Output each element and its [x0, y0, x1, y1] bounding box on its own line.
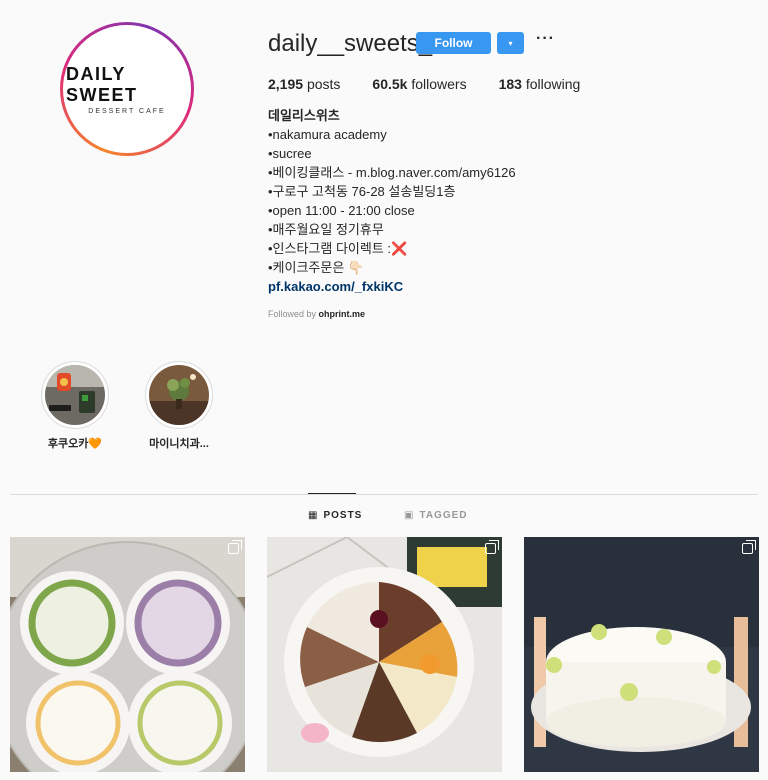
highlight-cover-ring	[145, 361, 213, 429]
bio-website-link[interactable]: pf.kakao.com/_fxkiKC	[268, 277, 588, 296]
bio-line: •인스타그램 다이렉트 :❌	[268, 241, 408, 256]
followed-by-prefix: Followed by	[268, 309, 317, 319]
stat-following[interactable]: 183 following	[499, 76, 581, 92]
carousel-icon	[742, 540, 756, 554]
post-image	[10, 537, 245, 772]
profile-avatar[interactable]: DAILY SWEET DESSERT CAFE	[60, 22, 194, 156]
logo-main-text: DAILY SWEET	[66, 63, 138, 105]
post-image	[524, 537, 759, 772]
story-highlight[interactable]: 마이니치과...	[145, 361, 213, 451]
profile-logo: DAILY SWEET DESSERT CAFE	[63, 25, 191, 153]
tab-label: POSTS	[323, 510, 363, 521]
stat-label: posts	[306, 76, 341, 92]
bio-line: •구로구 고척동 76-28 설송빌딩1층	[268, 184, 456, 199]
profile-stats: 2,195 posts 60.5k followers 183 followin…	[268, 76, 612, 92]
stat-label: followers	[411, 76, 467, 92]
more-options-button[interactable]: ···	[536, 30, 555, 48]
active-tab-indicator	[308, 493, 356, 494]
followed-by-user-link[interactable]: ohprint.me	[319, 309, 366, 319]
stat-count: 2,195	[268, 76, 304, 92]
profile-bio: 데일리스위츠 •nakamura academy •sucree •베이킹클래스…	[268, 106, 588, 296]
post-thumbnail[interactable]	[267, 537, 502, 772]
stat-label: following	[525, 76, 581, 92]
stat-count: 60.5k	[372, 76, 408, 92]
tab-label: TAGGED	[419, 510, 468, 521]
post-image	[267, 537, 502, 772]
tag-icon: ▣	[404, 510, 415, 521]
bio-line: •sucree	[268, 146, 312, 161]
stat-count: 183	[498, 76, 522, 92]
carousel-icon	[485, 540, 499, 554]
suggested-dropdown-button[interactable]: ▾	[497, 32, 524, 54]
profile-username: daily__sweets_	[268, 30, 433, 57]
post-thumbnail[interactable]	[10, 537, 245, 772]
logo-sub-text: DESSERT CAFE	[88, 107, 166, 115]
tab-tagged[interactable]: ▣ TAGGED	[404, 510, 468, 521]
bio-full-name: 데일리스위츠	[268, 108, 340, 123]
highlight-cover-image	[45, 365, 105, 425]
stat-followers[interactable]: 60.5k followers	[372, 76, 466, 92]
grid-icon: ▦	[308, 510, 319, 521]
tabs-divider	[10, 494, 758, 495]
highlight-cover-ring	[41, 361, 109, 429]
tab-posts[interactable]: ▦ POSTS	[308, 510, 362, 521]
followed-by-text: Followed by ohprint.me	[268, 309, 365, 319]
bio-line: •베이킹클래스 - m.blog.naver.com/amy6126	[268, 165, 516, 180]
highlight-label: 마이니치과...	[149, 438, 209, 450]
bio-line: •nakamura academy	[268, 127, 387, 142]
stat-posts: 2,195 posts	[268, 76, 340, 92]
more-icon: ···	[536, 30, 555, 47]
follow-button[interactable]: Follow	[416, 32, 491, 54]
highlight-cover-image	[149, 365, 209, 425]
chevron-down-icon: ▾	[508, 38, 513, 48]
highlight-label: 후쿠오카🧡	[47, 438, 103, 450]
story-highlight[interactable]: 후쿠오카🧡	[41, 361, 109, 451]
bio-line: •open 11:00 - 21:00 close	[268, 203, 415, 218]
bio-line: •매주월요일 정기휴무	[268, 222, 384, 237]
carousel-icon	[228, 540, 242, 554]
post-thumbnail[interactable]	[524, 537, 759, 772]
bio-line: •케이크주문은 👇🏻	[268, 260, 365, 275]
